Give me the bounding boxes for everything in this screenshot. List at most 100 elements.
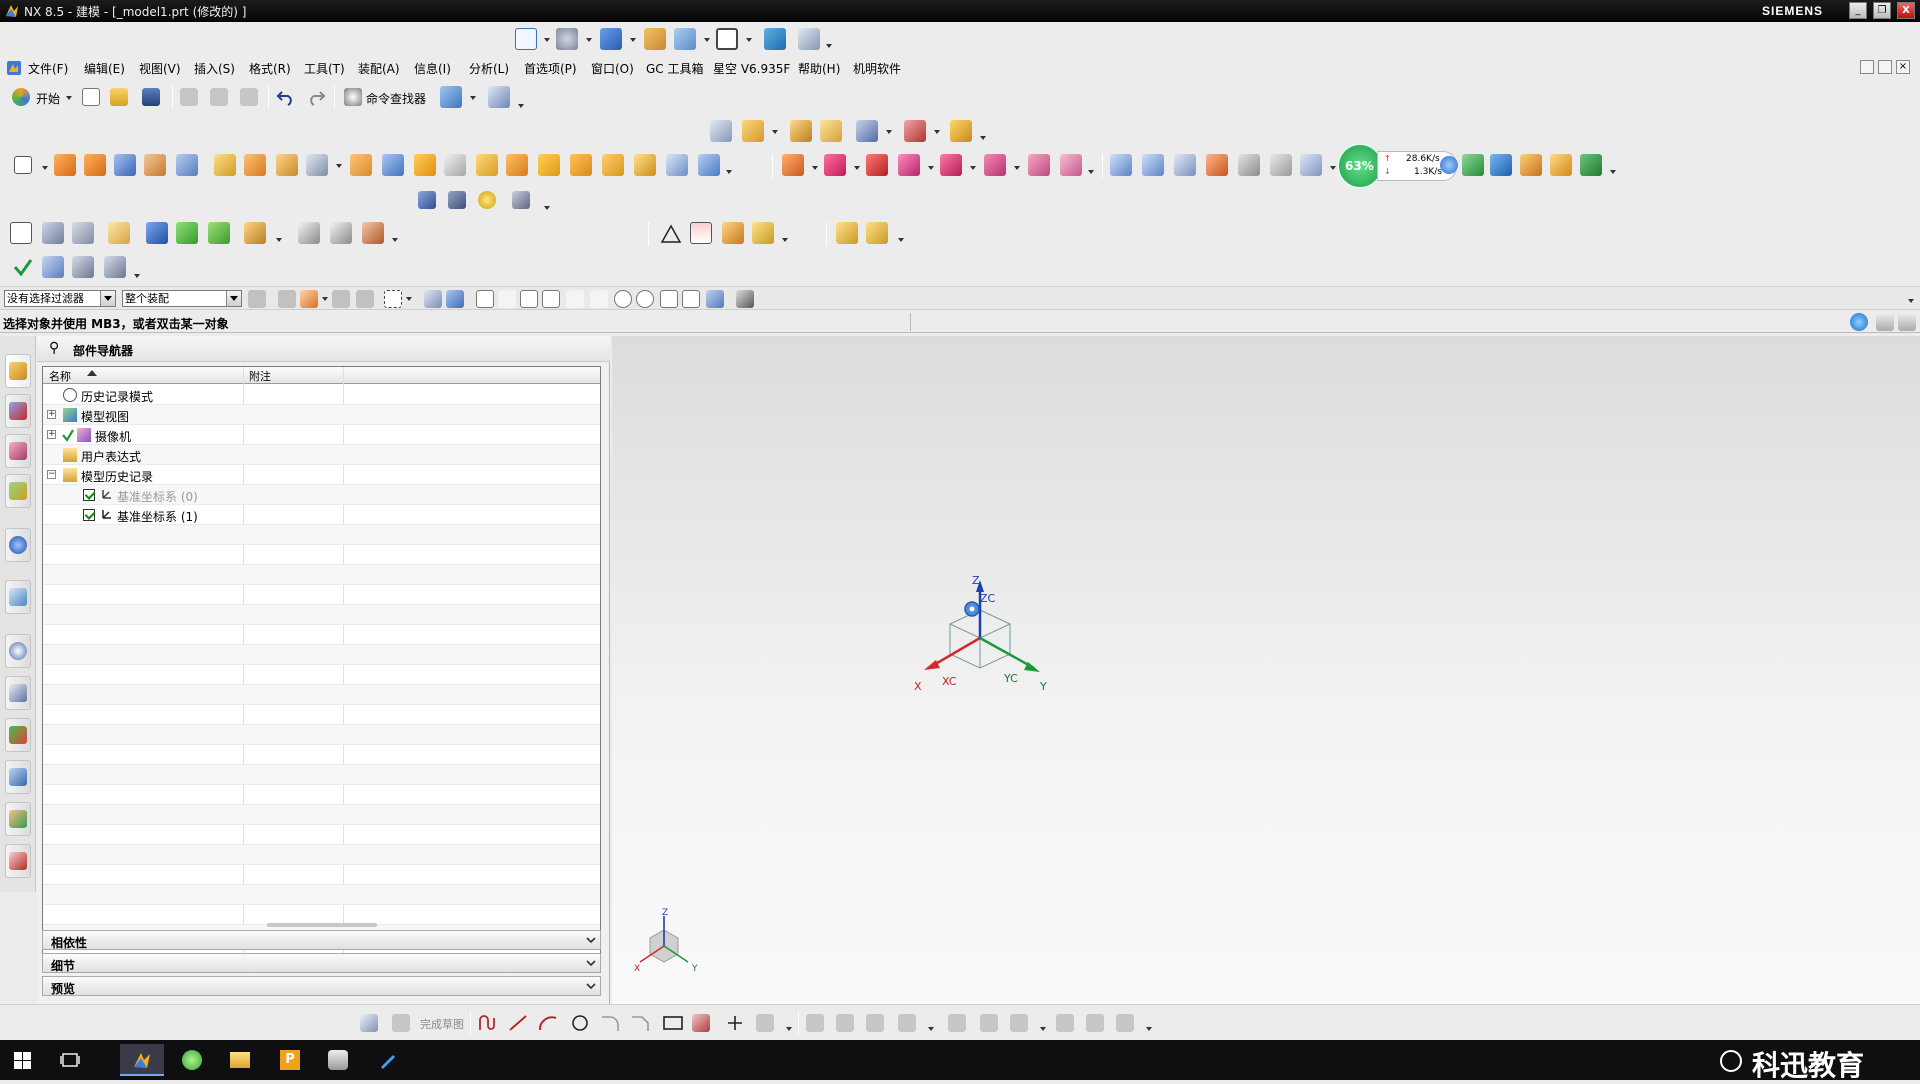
menu-window[interactable]: 窗口(O) [591, 60, 634, 77]
plugin-b-icon[interactable] [1490, 154, 1512, 176]
synchronous-icon[interactable] [418, 191, 436, 209]
part-icon[interactable] [440, 86, 462, 108]
check-icon[interactable] [12, 256, 34, 278]
panel-splitter[interactable] [267, 923, 377, 927]
selection-options-icon[interactable] [488, 86, 510, 108]
paste-icon[interactable] [240, 88, 258, 106]
point-icon[interactable] [790, 120, 812, 142]
doc-close-button[interactable]: × [1896, 60, 1910, 74]
taskbar-file-explorer[interactable] [218, 1044, 262, 1076]
minimize-button[interactable]: _ [1849, 2, 1867, 19]
menu-jiming[interactable]: 机明软件 [853, 60, 901, 77]
move-face-icon[interactable] [506, 154, 528, 176]
offset-icon[interactable] [820, 120, 842, 142]
new-file-icon[interactable] [82, 88, 100, 106]
wcs-origin-icon[interactable] [208, 222, 230, 244]
windows-start-icon[interactable] [14, 1052, 31, 1069]
sketch-task-icon[interactable] [360, 1014, 378, 1032]
menu-insert[interactable]: 插入(S) [194, 60, 235, 77]
studio-surface-icon[interactable] [1174, 154, 1196, 176]
trim-sheet-icon[interactable] [1238, 154, 1260, 176]
block-icon[interactable] [114, 154, 136, 176]
through-curves-icon[interactable] [1142, 154, 1164, 176]
report-icon[interactable] [72, 256, 94, 278]
gear-set-icon[interactable] [752, 222, 774, 244]
wcs-dynamic-icon[interactable] [176, 222, 198, 244]
app-menu-icon[interactable] [6, 60, 22, 76]
point-icon[interactable] [726, 1014, 744, 1032]
snap-point-icon[interactable] [498, 290, 516, 308]
extrude-icon[interactable] [54, 154, 76, 176]
surface-icon[interactable] [1110, 154, 1132, 176]
command-finder-button[interactable]: 命令查找器 [342, 85, 438, 109]
tree-row-datum-csys-1[interactable]: 基准坐标系 (1) [43, 505, 600, 525]
taskbar-capture[interactable] [316, 1044, 360, 1076]
rectangle-select-icon[interactable] [384, 290, 402, 308]
pull-face-icon[interactable] [538, 154, 560, 176]
arrangement-icon[interactable] [1028, 154, 1050, 176]
fit-icon[interactable] [1898, 313, 1916, 331]
menu-assembly[interactable]: 装配(A) [358, 60, 400, 77]
tree-row-model-history[interactable]: − 模型历史记录 [43, 465, 600, 485]
menu-gc-toolbox[interactable]: GC 工具箱 [646, 60, 704, 77]
expand-toggle[interactable]: + [47, 430, 56, 439]
snap-view-icon[interactable] [798, 28, 820, 50]
assembly-icon[interactable] [782, 154, 804, 176]
shaded-view-icon[interactable] [600, 28, 622, 50]
feature-filter-icon[interactable] [300, 290, 318, 308]
web-browser-tab[interactable] [5, 580, 31, 614]
taskbar-nx-app[interactable] [120, 1044, 164, 1076]
column-name[interactable]: 名称 [49, 368, 71, 384]
assembly-navigator-tab[interactable] [5, 394, 31, 428]
manufacturing-wizard-tab[interactable] [5, 760, 31, 794]
tree-row-history-mode[interactable]: 历史记录模式 [43, 385, 600, 405]
face-rule-icon[interactable] [356, 290, 374, 308]
finish-sketch-icon[interactable] [392, 1014, 410, 1032]
existing-point-snap-icon[interactable] [660, 290, 678, 308]
tree-row-user-expressions[interactable]: 用户表达式 [43, 445, 600, 465]
arc-center-snap-icon[interactable] [614, 290, 632, 308]
table-icon[interactable] [690, 222, 712, 244]
face-blend-icon[interactable] [634, 154, 656, 176]
menu-analysis[interactable]: 分析(L) [469, 60, 509, 77]
menu-edit[interactable]: 编辑(E) [84, 60, 125, 77]
plus-icon[interactable] [1440, 156, 1458, 174]
process-studio-tab[interactable] [5, 718, 31, 752]
chamfer-icon[interactable] [630, 1014, 650, 1032]
sketch-icon[interactable] [14, 156, 32, 174]
datum-csys[interactable] [902, 570, 1082, 690]
alternate-solution-icon[interactable] [1116, 1014, 1134, 1032]
tree-row-cameras[interactable]: + 摄像机 [43, 425, 600, 445]
trim-body-icon[interactable] [306, 154, 328, 176]
component-icon[interactable] [824, 154, 846, 176]
gc-toolbox-a-icon[interactable] [836, 222, 858, 244]
swept-icon[interactable] [570, 154, 592, 176]
expand-toggle[interactable]: + [47, 410, 56, 419]
thicken-icon[interactable] [444, 154, 466, 176]
plugin-export-icon[interactable] [1580, 154, 1602, 176]
orient-view-icon[interactable] [556, 28, 578, 50]
intersection-snap-icon[interactable] [590, 290, 608, 308]
transform-icon[interactable] [856, 120, 878, 142]
geometric-constraint-icon[interactable] [980, 1014, 998, 1032]
select-all-icon[interactable] [424, 290, 442, 308]
type-filter-select[interactable]: 没有选择过滤器 [4, 290, 116, 307]
wave-link-icon[interactable] [940, 154, 962, 176]
control-point-snap-icon[interactable] [566, 290, 584, 308]
globe-icon[interactable] [1850, 313, 1868, 331]
replace-face-icon[interactable] [666, 154, 688, 176]
hd3d-tools-tab[interactable] [5, 528, 31, 562]
wcs-icon[interactable] [108, 222, 130, 244]
face-analysis-icon[interactable] [330, 222, 352, 244]
layer-icon[interactable] [674, 28, 696, 50]
roles-tab[interactable] [5, 802, 31, 836]
plugin-p-icon[interactable] [1550, 154, 1572, 176]
tree-row-datum-csys-0[interactable]: 基准坐标系 (0) [43, 485, 600, 505]
knife-icon[interactable] [448, 191, 466, 209]
part-navigator-tab[interactable] [5, 354, 31, 388]
component-filter-icon[interactable] [278, 290, 296, 308]
pattern-icon[interactable] [350, 154, 372, 176]
part-navigator-view-icon[interactable] [10, 222, 32, 244]
selection-scope-select[interactable]: 整个装配 [122, 290, 242, 307]
layer-settings-icon[interactable] [72, 222, 94, 244]
